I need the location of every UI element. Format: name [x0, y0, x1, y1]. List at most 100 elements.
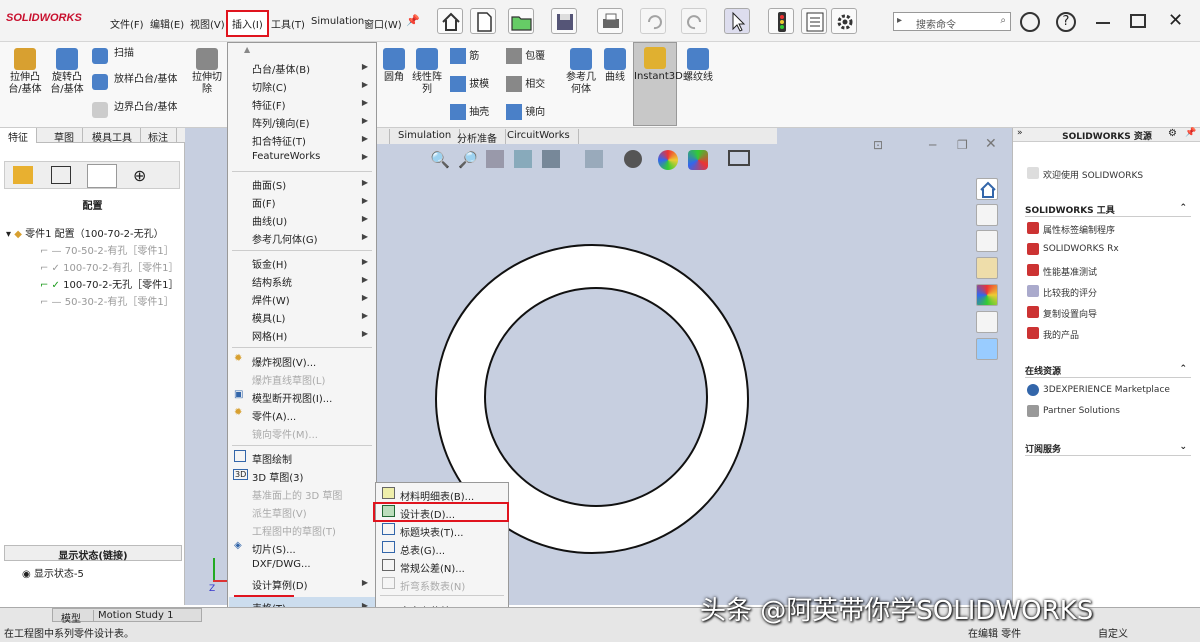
- menu-item-explode-line-sketch[interactable]: 爆炸直线草图(L): [252, 372, 325, 387]
- config-root[interactable]: ▾ ◆ 零件1 配置（100-70-2-无孔）: [6, 225, 164, 240]
- tab-circuitworks[interactable]: CircuitWorks: [499, 129, 579, 144]
- hide-show-items-icon[interactable]: [624, 150, 642, 168]
- view-orientation-icon[interactable]: [585, 150, 603, 168]
- view-settings-icon[interactable]: [728, 150, 750, 166]
- menu-item-structure-system[interactable]: 结构系统: [252, 274, 292, 289]
- mirror-button[interactable]: 镜向: [506, 104, 556, 120]
- menu-window[interactable]: 窗口(W): [364, 16, 402, 31]
- file-properties-icon[interactable]: [801, 8, 827, 34]
- menu-item-fastening-feature[interactable]: 扣合特征(T): [252, 133, 306, 148]
- solidworks-forum-icon[interactable]: [976, 338, 998, 360]
- menu-item-surface[interactable]: 曲面(S): [252, 177, 286, 192]
- menu-item-dxf-dwg[interactable]: DXF/DWG...: [252, 559, 311, 573]
- loft-boss-button[interactable]: 放样凸台/基体: [92, 74, 192, 90]
- thread-button[interactable]: 螺纹线: [682, 48, 714, 84]
- config-item[interactable]: ⌐ — 50-30-2-有孔［零件1］: [40, 293, 174, 308]
- tab-sketch[interactable]: 草图: [46, 128, 83, 144]
- menu-item-sketch[interactable]: 草图绘制: [252, 451, 292, 466]
- section-view-icon[interactable]: [514, 150, 532, 168]
- sweep-button[interactable]: 扫描: [92, 48, 152, 64]
- zoom-area-icon[interactable]: 🔎: [458, 150, 478, 169]
- shell-button[interactable]: 抽壳: [450, 104, 500, 120]
- help-icon[interactable]: ?: [1056, 12, 1076, 32]
- appearances-icon[interactable]: [976, 284, 998, 306]
- menu-item-cut[interactable]: 切除(C): [252, 79, 287, 94]
- collapse-pane-icon[interactable]: »: [1017, 128, 1023, 138]
- submenu-item-bom[interactable]: 材料明细表(B)...: [400, 488, 474, 503]
- traffic-light-icon[interactable]: [768, 8, 794, 34]
- save-icon[interactable]: [551, 8, 577, 34]
- pane-options-gear-icon[interactable]: ⚙: [1168, 128, 1177, 139]
- intersect-button[interactable]: 相交: [506, 76, 556, 92]
- feature-manager-icon[interactable]: [13, 166, 33, 184]
- submenu-item-design-table[interactable]: 设计表(D)...: [400, 506, 455, 521]
- previous-view-icon[interactable]: [486, 150, 504, 168]
- menu-item-reference-geometry[interactable]: 参考几何体(G): [252, 231, 318, 246]
- undo-icon[interactable]: [640, 8, 666, 34]
- menu-item-sketch-from-drawing[interactable]: 工程图中的草图(T): [252, 523, 336, 538]
- viewport-close-icon[interactable]: ✕: [985, 136, 997, 152]
- menu-tools[interactable]: 工具(T): [271, 16, 305, 31]
- config-item-active[interactable]: ⌐ ✓ 100-70-2-无孔［零件1］: [40, 276, 179, 291]
- print-icon[interactable]: [597, 8, 623, 34]
- menu-item-mirror-part[interactable]: 镜向零件(M)...: [252, 426, 318, 441]
- menu-edit[interactable]: 编辑(E): [150, 16, 184, 31]
- design-library-icon[interactable]: [976, 204, 998, 226]
- collapse-chevron-icon[interactable]: ⌃: [1179, 364, 1187, 374]
- revolve-boss-button[interactable]: 旋转凸台/基体: [48, 48, 86, 96]
- menu-item-part[interactable]: 零件(A)...: [252, 408, 296, 423]
- menu-simulation[interactable]: Simulation: [311, 16, 364, 27]
- menu-file[interactable]: 文件(F): [110, 16, 144, 31]
- file-explorer-icon[interactable]: [976, 230, 998, 252]
- open-folder-icon[interactable]: [508, 8, 534, 34]
- menu-item-mesh[interactable]: 网格(H): [252, 328, 287, 343]
- config-item[interactable]: ⌐ ✓ 100-70-2-有孔［零件1］: [40, 259, 179, 274]
- tool-link[interactable]: 比较我的评分: [1043, 286, 1097, 299]
- menu-item-face[interactable]: 面(F): [252, 195, 276, 210]
- viewport-minimize-icon[interactable]: ─: [929, 138, 936, 152]
- submenu-item-general-tolerance[interactable]: 常规公差(N)...: [400, 560, 465, 575]
- minimize-icon[interactable]: [1096, 22, 1110, 24]
- display-state-item[interactable]: ◉ 显示状态-5: [22, 565, 84, 580]
- curves-button[interactable]: 曲线: [602, 48, 628, 84]
- dimxpert-icon[interactable]: ⊕: [133, 166, 146, 185]
- view-palette-icon[interactable]: [976, 257, 998, 279]
- viewport-tile-icon[interactable]: ❐: [957, 138, 968, 152]
- menu-item-slicing[interactable]: 切片(S)...: [252, 541, 296, 556]
- instant3d-button[interactable]: Instant3D: [633, 42, 683, 126]
- search-commands-input[interactable]: 搜索命令 ▸ ⌕: [893, 12, 1011, 31]
- menu-view[interactable]: 视图(V): [190, 16, 225, 31]
- tool-link[interactable]: 属性标签编制程序: [1043, 223, 1115, 236]
- wrap-button[interactable]: 包覆: [506, 48, 556, 64]
- close-icon[interactable]: ✕: [1168, 10, 1183, 31]
- resources-home-icon[interactable]: [976, 178, 998, 200]
- pin-icon[interactable]: 📌: [406, 14, 420, 27]
- menu-item-weldments[interactable]: 焊件(W): [252, 292, 290, 307]
- menu-insert[interactable]: 插入(I): [226, 10, 269, 37]
- menu-item-model-break-view[interactable]: 模型断开视图(I)...: [252, 390, 332, 405]
- tool-link[interactable]: 复制设置向导: [1043, 307, 1097, 320]
- tab-markup[interactable]: 标注: [140, 128, 177, 144]
- select-cursor-icon[interactable]: [724, 8, 750, 34]
- extrude-boss-button[interactable]: 拉伸凸台/基体: [6, 48, 44, 96]
- property-manager-icon[interactable]: [51, 166, 71, 184]
- tab-features[interactable]: 特征: [0, 128, 37, 144]
- maximize-icon[interactable]: [1130, 14, 1146, 28]
- menu-item-featureworks[interactable]: FeatureWorks: [252, 151, 320, 165]
- rib-button[interactable]: 筋: [450, 48, 500, 64]
- fillet-button[interactable]: 圆角: [381, 48, 407, 84]
- viewport-restore-icon[interactable]: ⊡: [873, 138, 883, 152]
- menu-item-3d-sketch[interactable]: 3D 草图(3): [252, 469, 303, 484]
- units-custom[interactable]: 自定义: [1098, 625, 1128, 640]
- menu-item-features[interactable]: 特征(F): [252, 97, 286, 112]
- menu-item-pattern-mirror[interactable]: 阵列/镜向(E): [252, 115, 310, 130]
- submenu-item-bend-allowance-table[interactable]: 折弯系数表(N): [400, 578, 465, 593]
- apply-scene-icon[interactable]: [688, 150, 708, 170]
- edit-appearance-icon[interactable]: [658, 150, 678, 170]
- pane-pin-icon[interactable]: 📌: [1185, 128, 1196, 138]
- draft-button[interactable]: 拔模: [450, 76, 500, 92]
- options-gear-icon[interactable]: [831, 8, 857, 34]
- submenu-item-general-table[interactable]: 总表(G)...: [400, 542, 445, 557]
- menu-item-sheet-metal[interactable]: 钣金(H): [252, 256, 287, 271]
- tab-analysis-prep[interactable]: 分析准备: [449, 129, 506, 145]
